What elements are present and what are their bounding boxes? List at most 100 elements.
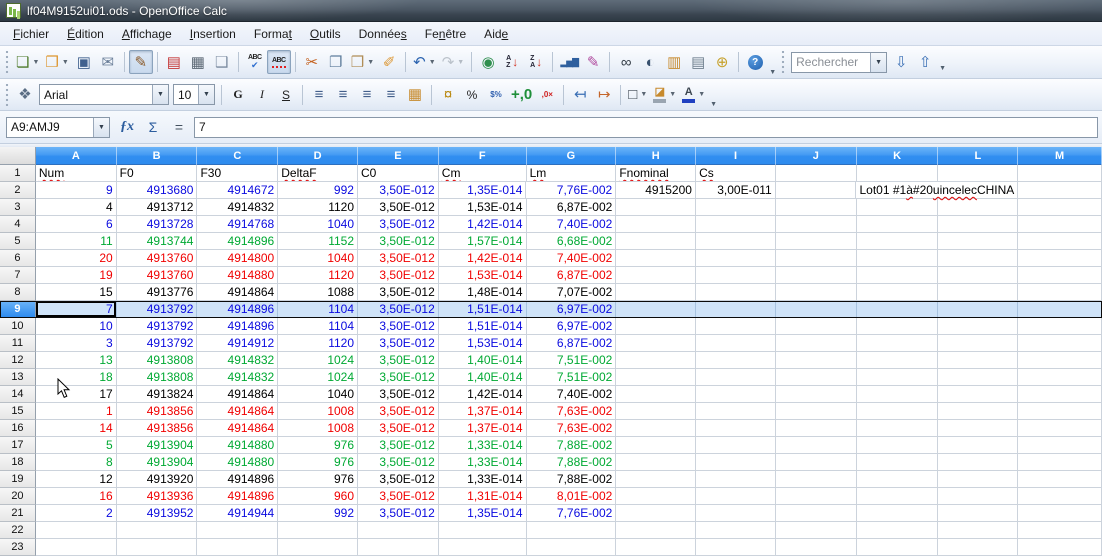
cell-F2[interactable]: 1,35E-014 <box>439 182 527 199</box>
cell-I16[interactable] <box>696 420 776 437</box>
cell-H19[interactable] <box>616 471 696 488</box>
cell-H16[interactable] <box>616 420 696 437</box>
cell-A18[interactable]: 8 <box>36 454 117 471</box>
cell-B5[interactable]: 4913744 <box>117 233 198 250</box>
cell-C1[interactable]: F30 <box>197 165 278 182</box>
spellcheck-button[interactable]: ABC✔ <box>243 50 267 74</box>
cell-D22[interactable] <box>278 522 358 539</box>
cell-F6[interactable]: 1,42E-014 <box>439 250 527 267</box>
cell-E21[interactable]: 3,50E-012 <box>358 505 439 522</box>
cell-J2[interactable] <box>776 182 857 199</box>
cell-G5[interactable]: 6,68E-002 <box>527 233 617 250</box>
cell-M4[interactable] <box>1018 216 1102 233</box>
cell-M3[interactable] <box>1018 199 1102 216</box>
cell-I9[interactable] <box>696 301 776 318</box>
cell-J15[interactable] <box>776 403 857 420</box>
cell-I21[interactable] <box>696 505 776 522</box>
menu-insertion[interactable]: Insertion <box>181 24 245 44</box>
cell-D13[interactable]: 1024 <box>278 369 358 386</box>
cell-D1[interactable]: DeltaF <box>278 165 358 182</box>
cell-F5[interactable]: 1,57E-014 <box>439 233 527 250</box>
cell-A4[interactable]: 6 <box>36 216 117 233</box>
cell-K7[interactable] <box>857 267 939 284</box>
cell-C6[interactable]: 4914800 <box>197 250 278 267</box>
cell-M23[interactable] <box>1018 539 1102 556</box>
cell-A10[interactable]: 10 <box>36 318 117 335</box>
cell-E22[interactable] <box>358 522 439 539</box>
cell-G10[interactable]: 6,97E-002 <box>527 318 617 335</box>
cell-L22[interactable] <box>938 522 1018 539</box>
find-next-button[interactable]: ⇩ <box>889 50 913 74</box>
cell-C17[interactable]: 4914880 <box>197 437 278 454</box>
column-header-J[interactable]: J <box>776 147 857 165</box>
find-replace-button[interactable]: ∞ <box>614 50 638 74</box>
print-button[interactable]: ▦ <box>186 50 210 74</box>
cell-E18[interactable]: 3,50E-012 <box>358 454 439 471</box>
cell-L17[interactable] <box>938 437 1018 454</box>
cell-A19[interactable]: 12 <box>36 471 117 488</box>
cell-C10[interactable]: 4914896 <box>197 318 278 335</box>
cell-G16[interactable]: 7,63E-002 <box>527 420 617 437</box>
cell-F1[interactable]: Cm <box>439 165 527 182</box>
cell-H9[interactable] <box>616 301 696 318</box>
row-header-14[interactable]: 14 <box>0 386 36 403</box>
dropdown-arrow-icon[interactable]: ▼ <box>457 59 464 66</box>
row-header-3[interactable]: 3 <box>0 199 36 216</box>
column-header-H[interactable]: H <box>616 147 696 165</box>
cell-C19[interactable]: 4914896 <box>197 471 278 488</box>
cell-F19[interactable]: 1,33E-014 <box>439 471 527 488</box>
dropdown-arrow-icon[interactable]: ▼ <box>698 91 705 98</box>
menu-format[interactable]: Format <box>245 24 301 44</box>
show-draw-functions-button[interactable]: ✎ <box>581 50 605 74</box>
column-header-K[interactable]: K <box>857 147 939 165</box>
column-header-D[interactable]: D <box>278 147 358 165</box>
cell-K21[interactable] <box>857 505 939 522</box>
cell-G19[interactable]: 7,88E-002 <box>527 471 617 488</box>
formatting-toolbar-overflow[interactable]: ▼ <box>710 101 717 108</box>
cell-M16[interactable] <box>1018 420 1102 437</box>
decrease-indent-button[interactable]: ↤ <box>568 83 592 107</box>
cell-F16[interactable]: 1,37E-014 <box>439 420 527 437</box>
underline-button[interactable]: S <box>274 83 298 107</box>
cell-C3[interactable]: 4914832 <box>197 199 278 216</box>
row-header-20[interactable]: 20 <box>0 488 36 505</box>
name-box[interactable]: A9:AMJ9 ▼ <box>6 117 110 138</box>
cell-D21[interactable]: 992 <box>278 505 358 522</box>
save-document-button[interactable]: ▣ <box>72 50 96 74</box>
increase-indent-button[interactable]: ↦ <box>592 83 616 107</box>
cell-F11[interactable]: 1,53E-014 <box>439 335 527 352</box>
cell-L13[interactable] <box>938 369 1018 386</box>
cell-D16[interactable]: 1008 <box>278 420 358 437</box>
cell-E4[interactable]: 3,50E-012 <box>358 216 439 233</box>
column-header-M[interactable]: M <box>1018 147 1102 165</box>
cell-F18[interactable]: 1,33E-014 <box>439 454 527 471</box>
styles-window-button[interactable]: ❖ <box>13 83 37 107</box>
cell-G2[interactable]: 7,76E-002 <box>526 182 616 199</box>
font-size-combo[interactable]: 10▼ <box>173 84 215 105</box>
cell-L9[interactable] <box>938 301 1018 318</box>
cell-G13[interactable]: 7,51E-002 <box>527 369 617 386</box>
find-toolbar-overflow[interactable]: ▼ <box>939 65 946 72</box>
percent-format-button[interactable]: % <box>460 83 484 107</box>
cell-D12[interactable]: 1024 <box>278 352 358 369</box>
cell-D15[interactable]: 1008 <box>278 403 358 420</box>
cell-M14[interactable] <box>1018 386 1102 403</box>
cell-L8[interactable] <box>938 284 1018 301</box>
cell-E10[interactable]: 3,50E-012 <box>358 318 439 335</box>
cell-L12[interactable] <box>938 352 1018 369</box>
gallery-button[interactable]: ▥ <box>662 50 686 74</box>
cell-B23[interactable] <box>117 539 198 556</box>
align-left-button[interactable]: ≡ <box>307 83 331 107</box>
column-header-B[interactable]: B <box>117 147 198 165</box>
cell-E9[interactable]: 3,50E-012 <box>358 301 439 318</box>
insert-chart-button[interactable]: ▂▅▇ <box>557 50 581 74</box>
row-header-19[interactable]: 19 <box>0 471 36 488</box>
cell-K20[interactable] <box>857 488 939 505</box>
cell-L5[interactable] <box>938 233 1018 250</box>
cell-J8[interactable] <box>776 284 857 301</box>
currency-format-button[interactable]: ¤ <box>436 83 460 107</box>
cell-H3[interactable] <box>616 199 696 216</box>
cell-D3[interactable]: 1120 <box>278 199 358 216</box>
row-header-7[interactable]: 7 <box>0 267 36 284</box>
cell-I18[interactable] <box>696 454 776 471</box>
